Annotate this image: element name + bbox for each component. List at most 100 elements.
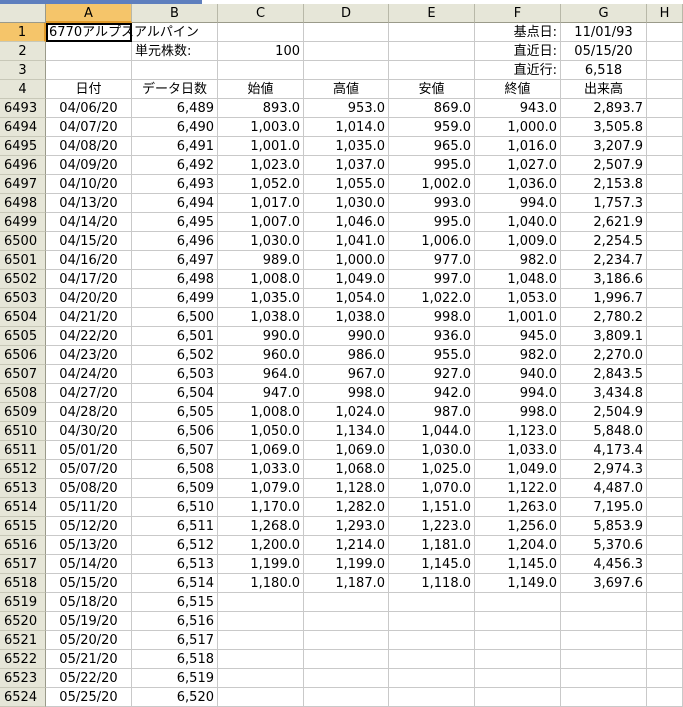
cell-close[interactable]: 1,001.0	[475, 308, 561, 327]
cell-data-days[interactable]: 6,492	[132, 156, 218, 175]
cell-volume[interactable]: 2,974.3	[561, 460, 647, 479]
cell-date[interactable]: 04/30/20	[46, 422, 132, 441]
cell-open[interactable]: 1,017.0	[218, 194, 304, 213]
cell-open[interactable]: 1,069.0	[218, 441, 304, 460]
cell-a1-company-name[interactable]: 6770アルプスアルパイン	[46, 23, 199, 42]
cell-close[interactable]: 998.0	[475, 403, 561, 422]
cell-volume[interactable]: 2,254.5	[561, 232, 647, 251]
cell-data-days[interactable]: 6,514	[132, 574, 218, 593]
cell-low[interactable]	[389, 669, 475, 688]
cell-f2-latest-date-label[interactable]: 直近日:	[475, 42, 561, 61]
cell-low[interactable]: 942.0	[389, 384, 475, 403]
column-header-d[interactable]: D	[304, 4, 389, 23]
cell-e1[interactable]	[389, 23, 475, 42]
row-header[interactable]: 6505	[0, 327, 46, 346]
cell-high[interactable]	[304, 669, 389, 688]
cell-data-days[interactable]: 6,512	[132, 536, 218, 555]
cell-e3[interactable]	[389, 61, 475, 80]
cell-data-days[interactable]: 6,500	[132, 308, 218, 327]
cell-data-days[interactable]: 6,494	[132, 194, 218, 213]
cell-data-days[interactable]: 6,518	[132, 650, 218, 669]
cell-f1-base-date-label[interactable]: 基点日:	[475, 23, 561, 42]
cell-a2[interactable]	[46, 42, 132, 61]
cell-h[interactable]	[647, 289, 683, 308]
cell-high[interactable]: 990.0	[304, 327, 389, 346]
header-low[interactable]: 安値	[389, 80, 475, 99]
cell-close[interactable]: 945.0	[475, 327, 561, 346]
cell-data-days[interactable]: 6,511	[132, 517, 218, 536]
cell-open[interactable]: 1,050.0	[218, 422, 304, 441]
cell-low[interactable]: 1,181.0	[389, 536, 475, 555]
cell-high[interactable]: 1,041.0	[304, 232, 389, 251]
cell-open[interactable]: 1,268.0	[218, 517, 304, 536]
row-header[interactable]: 6518	[0, 574, 46, 593]
row-header[interactable]: 6497	[0, 175, 46, 194]
cell-volume[interactable]: 4,487.0	[561, 479, 647, 498]
cell-volume[interactable]: 2,893.7	[561, 99, 647, 118]
row-header[interactable]: 6509	[0, 403, 46, 422]
cell-d2[interactable]	[304, 42, 389, 61]
row-header[interactable]: 6500	[0, 232, 46, 251]
cell-open[interactable]: 1,033.0	[218, 460, 304, 479]
cell-open[interactable]: 1,007.0	[218, 213, 304, 232]
row-header[interactable]: 2	[0, 42, 46, 61]
cell-data-days[interactable]: 6,491	[132, 137, 218, 156]
cell-h[interactable]	[647, 156, 683, 175]
cell-high[interactable]: 1,068.0	[304, 460, 389, 479]
row-header[interactable]: 6496	[0, 156, 46, 175]
cell-high[interactable]: 1,037.0	[304, 156, 389, 175]
cell-open[interactable]: 947.0	[218, 384, 304, 403]
cell-open[interactable]: 1,030.0	[218, 232, 304, 251]
cell-open[interactable]	[218, 669, 304, 688]
cell-data-days[interactable]: 6,515	[132, 593, 218, 612]
cell-volume[interactable]	[561, 593, 647, 612]
row-header[interactable]: 6502	[0, 270, 46, 289]
cell-h[interactable]	[647, 118, 683, 137]
cell-volume[interactable]: 5,848.0	[561, 422, 647, 441]
cell-high[interactable]: 1,055.0	[304, 175, 389, 194]
cell-low[interactable]: 993.0	[389, 194, 475, 213]
row-header[interactable]: 6522	[0, 650, 46, 669]
row-header[interactable]: 6520	[0, 612, 46, 631]
cell-h[interactable]	[647, 669, 683, 688]
cell-date[interactable]: 05/22/20	[46, 669, 132, 688]
cell-low[interactable]: 936.0	[389, 327, 475, 346]
cell-close[interactable]: 1,009.0	[475, 232, 561, 251]
cell-close[interactable]	[475, 612, 561, 631]
cell-date[interactable]: 04/15/20	[46, 232, 132, 251]
cell-e2[interactable]	[389, 42, 475, 61]
cell-high[interactable]: 1,038.0	[304, 308, 389, 327]
cell-h[interactable]	[647, 137, 683, 156]
header-open[interactable]: 始値	[218, 80, 304, 99]
cell-g2-latest-date[interactable]: 05/15/20	[561, 42, 647, 61]
row-header[interactable]: 6504	[0, 308, 46, 327]
cell-h[interactable]	[647, 460, 683, 479]
cell-close[interactable]	[475, 688, 561, 707]
cell-data-days[interactable]: 6,489	[132, 99, 218, 118]
cell-volume[interactable]: 2,507.9	[561, 156, 647, 175]
cell-low[interactable]	[389, 612, 475, 631]
row-header[interactable]: 6519	[0, 593, 46, 612]
cell-volume[interactable]: 2,843.5	[561, 365, 647, 384]
cell-b3[interactable]	[132, 61, 218, 80]
header-close[interactable]: 終値	[475, 80, 561, 99]
cell-open[interactable]	[218, 688, 304, 707]
cell-date[interactable]: 05/12/20	[46, 517, 132, 536]
cell-volume[interactable]: 2,780.2	[561, 308, 647, 327]
cell-data-days[interactable]: 6,496	[132, 232, 218, 251]
cell-low[interactable]: 1,022.0	[389, 289, 475, 308]
cell-open[interactable]: 1,008.0	[218, 270, 304, 289]
row-header[interactable]: 6507	[0, 365, 46, 384]
column-header-f[interactable]: F	[475, 4, 561, 23]
cell-volume[interactable]: 2,234.7	[561, 251, 647, 270]
cell-h[interactable]	[647, 403, 683, 422]
cell-open[interactable]: 960.0	[218, 346, 304, 365]
cell-close[interactable]: 982.0	[475, 346, 561, 365]
cell-h[interactable]	[647, 536, 683, 555]
cell-date[interactable]: 04/21/20	[46, 308, 132, 327]
cell-volume[interactable]	[561, 631, 647, 650]
row-header[interactable]: 6515	[0, 517, 46, 536]
cell-low[interactable]: 1,070.0	[389, 479, 475, 498]
cell-open[interactable]: 1,008.0	[218, 403, 304, 422]
cell-low[interactable]: 959.0	[389, 118, 475, 137]
